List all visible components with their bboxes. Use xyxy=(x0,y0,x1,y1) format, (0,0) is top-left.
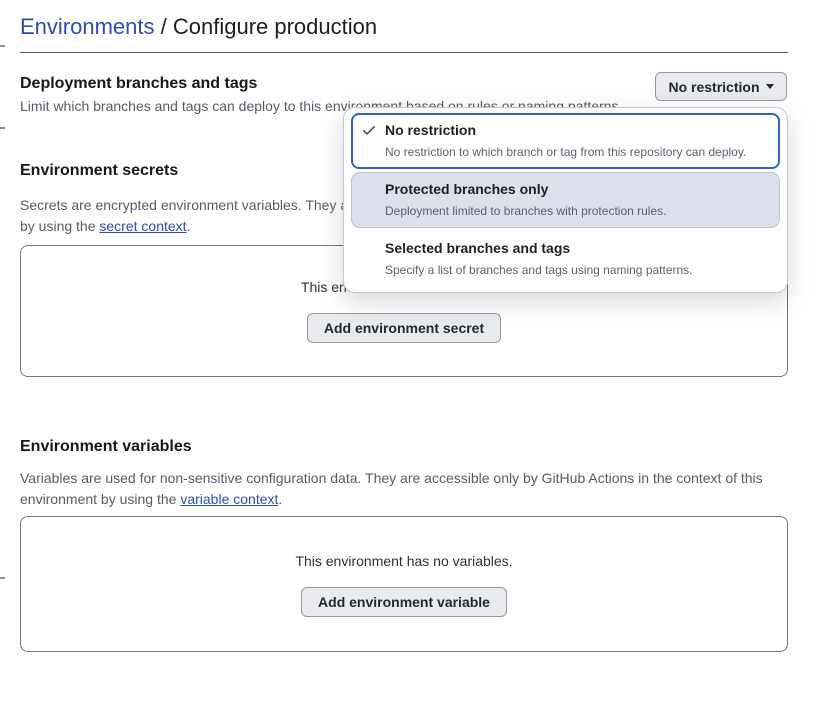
breadcrumb-environments-link[interactable]: Environments xyxy=(20,14,155,39)
dropdown-option-description: Deployment limited to branches with prot… xyxy=(385,203,768,219)
edge-artifact xyxy=(0,577,5,579)
dropdown-option-title: Protected branches only xyxy=(385,180,768,199)
restriction-dropdown-menu: No restriction No restriction to which b… xyxy=(343,107,788,293)
header-divider xyxy=(20,52,788,53)
variables-section-description: Variables are used for non-sensitive con… xyxy=(20,468,800,510)
secret-context-link[interactable]: secret context xyxy=(99,218,186,234)
edge-artifact xyxy=(0,45,5,47)
edge-artifact xyxy=(0,127,5,129)
dropdown-option-protected-branches[interactable]: Protected branches only Deployment limit… xyxy=(351,172,780,228)
add-environment-variable-button[interactable]: Add environment variable xyxy=(301,587,507,617)
dropdown-option-title: No restriction xyxy=(385,121,768,140)
dropdown-option-description: No restriction to which branch or tag fr… xyxy=(385,144,768,160)
check-icon xyxy=(361,122,377,138)
variables-description-period: . xyxy=(278,491,282,507)
secrets-section-title: Environment secrets xyxy=(20,161,178,181)
environment-settings-page: Environments / Configure production Depl… xyxy=(0,0,830,715)
dropdown-option-description: Specify a list of branches and tags usin… xyxy=(385,262,768,278)
dropdown-option-no-restriction[interactable]: No restriction No restriction to which b… xyxy=(351,113,780,169)
restriction-selector-button[interactable]: No restriction xyxy=(655,72,787,101)
variable-context-link[interactable]: variable context xyxy=(180,491,278,507)
variables-empty-message: This environment has no variables. xyxy=(21,553,787,569)
breadcrumb-separator: / xyxy=(155,14,173,39)
add-environment-secret-button[interactable]: Add environment secret xyxy=(307,313,501,343)
secrets-description-period: . xyxy=(187,218,191,234)
deployment-section-title: Deployment branches and tags xyxy=(20,74,257,94)
variables-description-text: Variables are used for non-sensitive con… xyxy=(20,470,763,507)
page-title: Environments / Configure production xyxy=(20,13,377,41)
dropdown-option-selected-branches[interactable]: Selected branches and tags Specify a lis… xyxy=(351,231,780,287)
chevron-down-icon xyxy=(766,84,774,89)
variables-empty-box: This environment has no variables. Add e… xyxy=(20,516,788,652)
restriction-selector-label: No restriction xyxy=(668,79,759,95)
variables-section-title: Environment variables xyxy=(20,437,192,457)
dropdown-option-title: Selected branches and tags xyxy=(385,239,768,258)
breadcrumb-current: Configure production xyxy=(173,14,377,39)
